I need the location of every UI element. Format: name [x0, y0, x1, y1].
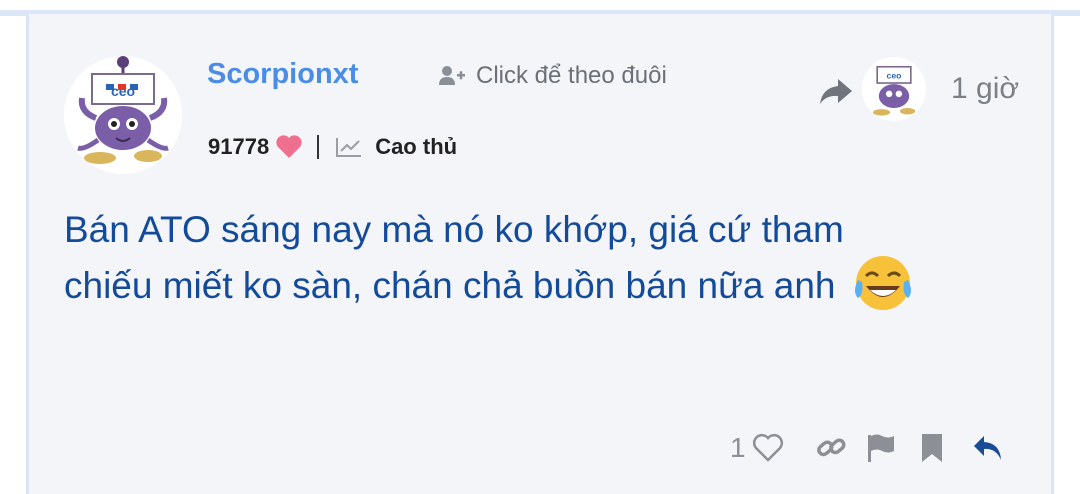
user-points: 91778 — [208, 134, 270, 159]
avatar-image: ceo — [64, 56, 182, 174]
post-content-line-2: chiếu miết ko sàn, chán chả buồn bán nữa… — [64, 265, 836, 306]
reply-icon[interactable] — [972, 434, 1004, 462]
flag-icon[interactable] — [866, 433, 896, 463]
like-heart-icon[interactable] — [752, 433, 784, 463]
post-content-line-2-wrap: chiếu miết ko sàn, chán chả buồn bán nữa… — [64, 256, 1004, 314]
follow-button[interactable]: Click để theo đuôi — [438, 62, 667, 90]
small-avatar-image: ceo — [862, 57, 926, 121]
post-content: Bán ATO sáng nay mà nó ko khớp, giá cứ t… — [64, 202, 1004, 314]
post-content-line-1: Bán ATO sáng nay mà nó ko khớp, giá cứ t… — [64, 209, 844, 250]
small-avatar-logo-text: ceo — [887, 71, 902, 81]
post-time: 1 giờ — [951, 72, 1020, 105]
like-count: 1 — [730, 432, 746, 463]
face-with-tears-of-joy-icon — [854, 256, 911, 311]
username-link[interactable]: Scorpionxt — [207, 58, 358, 91]
avatar[interactable]: ceo — [64, 56, 182, 174]
follow-user-icon — [439, 66, 465, 85]
rank-chart-icon — [336, 138, 362, 157]
link-icon[interactable] — [814, 432, 848, 464]
post-actions: 1 — [730, 428, 1004, 468]
heart-icon — [276, 135, 302, 158]
small-avatar[interactable]: ceo — [862, 57, 926, 121]
user-rank: Cao thủ — [375, 134, 458, 159]
meta-divider — [317, 135, 320, 159]
follow-label: Click để theo đuôi — [476, 62, 667, 89]
bookmark-icon[interactable] — [920, 433, 944, 463]
share-icon[interactable] — [818, 76, 854, 106]
user-meta: 91778 Cao thủ — [208, 134, 457, 160]
